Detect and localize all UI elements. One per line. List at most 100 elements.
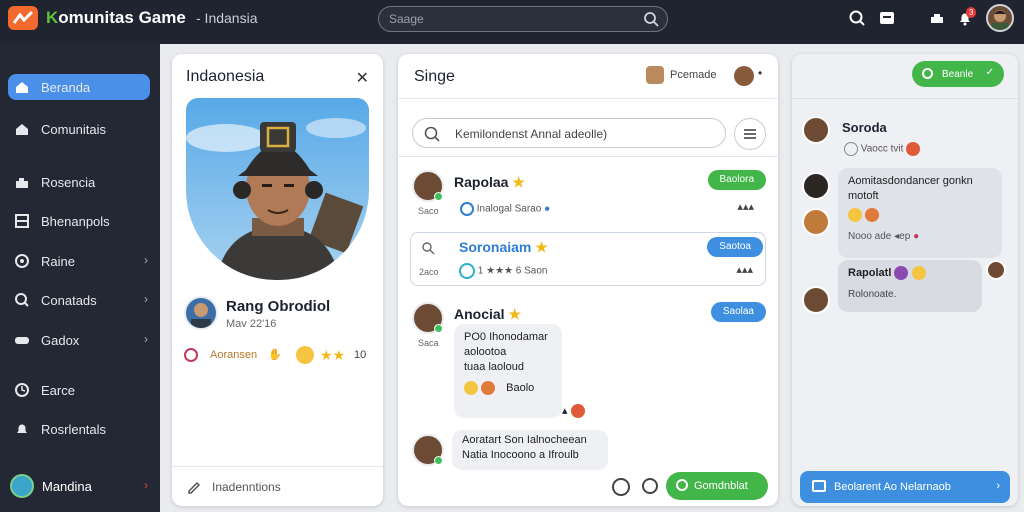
calendar-icon [812,480,826,492]
sidebar-item-comunitais[interactable]: Comunitais [8,116,150,142]
online-dot-icon [434,192,443,201]
avatar [10,474,34,498]
profile-footer[interactable]: Inadenntions [172,466,383,506]
bubble-line: motoft [848,190,879,202]
record-icon[interactable] [612,478,630,496]
top-action-button[interactable]: Beanle ✓ [912,61,1004,87]
emoji-icon[interactable] [642,478,658,494]
send-button-label: Gomdnblat [694,480,748,492]
bubble-body: Rolonoate. [848,289,897,300]
entry-action-button[interactable]: Saotoa [707,237,763,257]
emoji-icon [906,142,921,156]
emoji-icon [570,404,585,419]
header-user[interactable]: Pcemade [646,66,716,84]
entry-name: Anocial ★ [454,306,522,322]
avatar[interactable] [184,296,218,330]
avatar[interactable] [802,116,830,144]
entry-name: Soronaiam ★ [459,239,548,255]
chevron-right-icon: › [144,478,148,492]
sidebar-item-earce[interactable]: Earce [8,377,150,403]
bubble-line: aolootoa [464,346,507,358]
sidebar-item-label: Rosrlentals [41,422,107,437]
sidebar-item-label: Comunitais [41,122,107,137]
chevron-right-icon: › [144,292,148,306]
reaction-icons: ▴▴▴ [736,264,753,276]
avatar[interactable] [802,172,830,200]
chat-bubble: Aoratart Son Ialnocheean Natia Inocoono … [452,430,608,470]
home-icon [16,124,28,135]
bubble-line: tuaa laoloud [464,361,524,373]
sidebar-item-rosrlentals[interactable]: Rosrlentals [8,416,150,442]
send-button[interactable]: Gomdnblat [666,472,768,500]
gamepad-icon [15,254,29,268]
app-brand: Komunitas Game [46,8,186,27]
search-icon [422,242,435,255]
chevron-right-icon: › [996,480,1000,492]
emoji-icon [894,266,909,281]
list-item[interactable]: Soronaiam ★ 2aco 1 ★★★ 6 Saon Saotoa ▴▴▴ [410,232,766,286]
puzzle-icon[interactable] [928,9,946,27]
controller-icon [15,337,29,344]
sidebar-item-rosencia[interactable]: Rosencia [8,169,150,195]
online-dot-icon [434,324,443,333]
emoji-icon [481,381,496,396]
divider [792,98,1018,99]
avatar[interactable] [734,66,754,86]
sidebar-item-bhenanpols[interactable]: Bhenanpols [8,208,150,234]
feed-panel: Singe Pcemade • Kemilondenst Annal adeol… [398,54,778,506]
stat-count: 10 [354,349,367,361]
user-avatar[interactable] [986,4,1014,32]
sidebar-item-raine[interactable]: Raine › [8,248,150,274]
sidebar: Beranda Comunitais Rosencia Bhenanpols R… [0,44,160,512]
grid-icon [15,214,29,228]
bubble-line: Natia Inocoono a Ifroulb [462,449,579,461]
menu-icon [744,129,756,139]
profile-panel: Indaonesia ✕ Rang Obrodiol Mav 22'16 Aor… [172,54,383,506]
top-action-label: Beanle [942,69,974,80]
profile-name: Rang Obrodiol [226,298,331,315]
filter-button[interactable] [734,118,766,150]
avatar[interactable] [986,260,1006,280]
puzzle-icon [16,178,28,188]
global-search-input[interactable]: Saage [378,6,668,32]
sidebar-item-conatads[interactable]: Conatads › [8,287,150,313]
chevron-right-icon: › [144,253,148,267]
message-icon[interactable] [878,9,896,27]
search-icon[interactable] [643,11,659,27]
chat-footer-button[interactable]: Beolarent Ao Nelarnaob › [800,471,1010,503]
bubble-line: Aomitasdondancer gonkn [848,175,973,187]
profile-footer-label: Inadenntions [212,480,281,494]
list-item[interactable]: Rapolaa ★ Saco Inalogal Sarao ● Baolora … [410,168,766,224]
sidebar-item-label: Earce [41,383,75,398]
thumb-icon: ✋ [268,349,282,361]
entry-action-button[interactable]: Baolora [707,170,766,190]
sidebar-item-label: Raine [41,254,75,269]
emoji-icon [865,208,880,223]
sidebar-item-beranda[interactable]: Beranda [8,74,150,100]
chat-bubble: Aomitasdondancer gonkn motoft Nooo ade ◂… [838,168,1002,258]
feed-search-input[interactable]: Kemilondenst Annal adeolle) [412,118,726,148]
avatar[interactable] [802,286,830,314]
more-icon[interactable]: • [758,66,762,80]
bubble-footer: Baolo [464,381,552,396]
avatar[interactable] [802,208,830,236]
entry-meta: 1 ★★★ 6 Saon [459,263,548,279]
profile-date: Mav 22'16 [226,318,277,330]
sidebar-user[interactable]: Mandina › [10,474,150,502]
status-dot-icon [184,348,198,362]
reaction-icons: ▴▴▴ [737,201,754,213]
search-icon[interactable] [848,9,866,27]
sidebar-item-gadox[interactable]: Gadox › [8,327,150,353]
chat-panel: Beanle ✓ Soroda Vaocc tvit Aomitasdondan… [792,54,1018,506]
sidebar-item-label: Bhenanpols [41,214,110,229]
chat-user-name: Soroda [842,120,887,135]
edit-icon [188,481,201,494]
close-icon[interactable]: ✕ [356,68,369,88]
entry-action-button[interactable]: Saolaa [710,302,766,322]
sidebar-item-label: Gadox [41,333,80,348]
app-logo-icon[interactable] [8,6,38,30]
app-region: - Indansia [196,10,258,26]
bubble-line: PO0 Ihonodamar [464,331,548,343]
send-icon [676,479,688,491]
entry-sub: Saco [418,206,439,216]
